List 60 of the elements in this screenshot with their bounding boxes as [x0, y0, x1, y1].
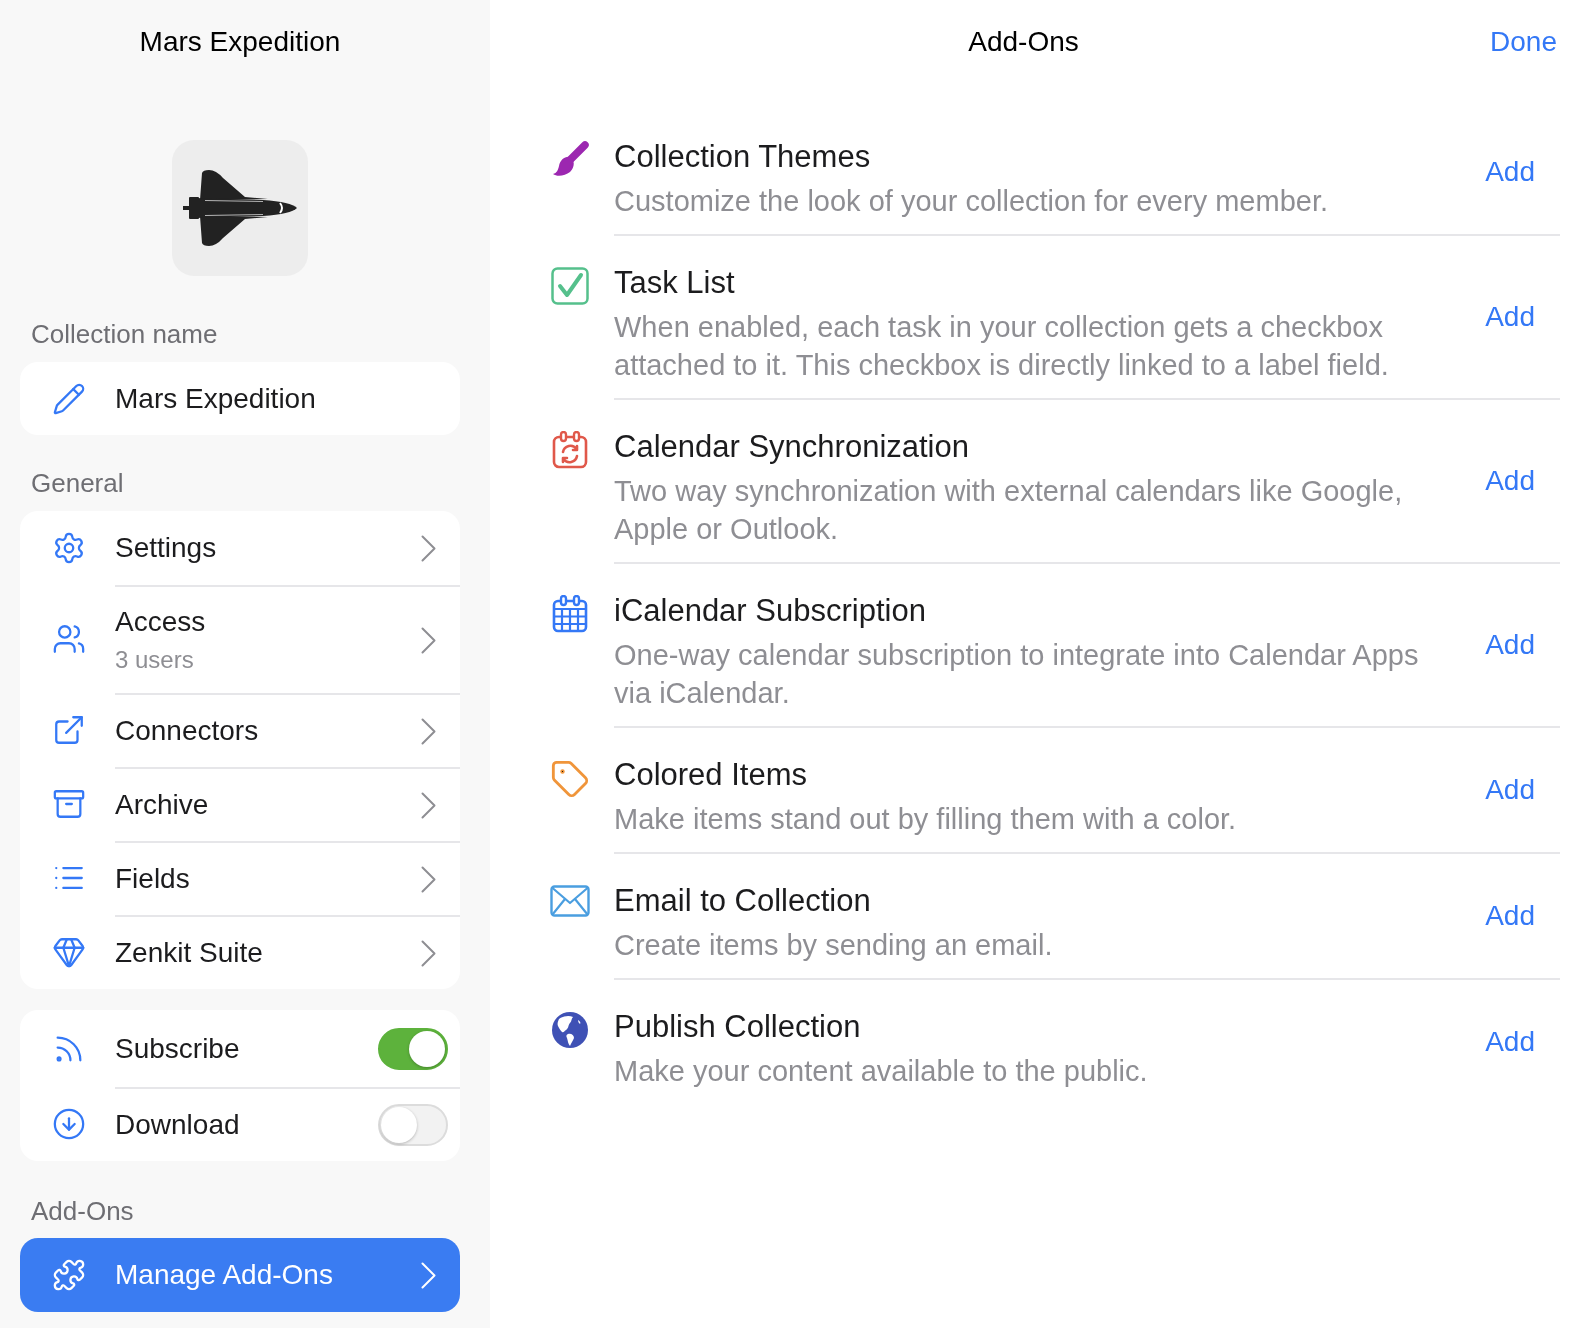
manage-add-ons-button[interactable]: Manage Add-Ons — [20, 1238, 460, 1312]
chevron-right-icon — [421, 534, 436, 562]
collection-name-field[interactable]: Mars Expedition — [20, 362, 460, 435]
addon-description: Make your content available to the public. — [614, 1054, 1149, 1089]
chevron-right-icon — [421, 626, 436, 654]
addon-description: One-way calendar subscription to integrate into Calendar Apps via iCalendar. — [614, 638, 1420, 711]
addon-title: Publish Collection — [614, 1008, 862, 1046]
globe-icon — [551, 1011, 589, 1049]
toggle-switch[interactable] — [378, 1027, 448, 1070]
section-label: General — [31, 468, 124, 498]
people-icon — [52, 622, 86, 656]
pencil-icon — [52, 381, 86, 416]
toggle-label: Subscribe — [115, 1031, 240, 1066]
envelope-icon — [550, 885, 590, 917]
add-button[interactable]: Add — [1485, 1025, 1535, 1059]
sidebar-item[interactable]: Fields — [20, 841, 460, 915]
add-button[interactable]: Add — [1485, 899, 1535, 933]
chevron-right-icon — [421, 1261, 436, 1289]
sidebar-item[interactable]: Access 3 users — [20, 585, 460, 693]
paintbrush-icon — [551, 141, 589, 179]
addon-description: Make items stand out by filling them with a color. — [614, 802, 1238, 837]
chevron-right-icon — [421, 791, 436, 819]
sidebar-item[interactable]: Zenkit Suite — [20, 915, 460, 989]
toggle-label: Download — [115, 1108, 240, 1142]
add-button[interactable]: Add — [1485, 628, 1535, 662]
addon-title: iCalendar Subscription — [614, 592, 927, 630]
checkbox-icon — [551, 267, 589, 305]
add-button[interactable]: Add — [1485, 300, 1535, 334]
add-button[interactable]: Add — [1485, 464, 1535, 498]
sidebar-item[interactable]: Settings — [20, 511, 460, 585]
addon-description: Customize the look of your collection for every member. — [614, 184, 1330, 219]
tag-icon — [550, 759, 590, 799]
addon-description: Create items by sending an email. — [614, 928, 1054, 963]
diamond-icon — [52, 935, 86, 969]
archive-box-icon — [52, 787, 86, 821]
sidebar-item[interactable]: Connectors — [20, 693, 460, 767]
sidebar-item[interactable]: Archive — [20, 767, 460, 841]
calendar-grid-icon — [552, 595, 588, 633]
section-label: Collection name — [31, 319, 218, 349]
calendar-sync-icon — [552, 431, 588, 469]
puzzle-icon — [52, 1258, 86, 1292]
download-icon — [52, 1107, 86, 1141]
addon-title: Email to Collection — [614, 882, 872, 920]
add-button[interactable]: Add — [1485, 773, 1535, 807]
chevron-right-icon — [421, 939, 436, 967]
addon-title: Collection Themes — [614, 138, 872, 176]
gear-icon — [52, 531, 86, 565]
page-title: Add-Ons — [968, 25, 1079, 59]
chevron-right-icon — [421, 865, 436, 893]
add-button[interactable]: Add — [1485, 155, 1535, 189]
done-button[interactable]: Done — [1490, 25, 1557, 59]
addon-title: Calendar Synchronization — [614, 428, 970, 466]
sidebar-title: Mars Expedition — [139, 25, 341, 59]
addon-title: Task List — [614, 264, 736, 302]
section-label: Add-Ons — [31, 1196, 134, 1226]
external-link-icon — [52, 713, 86, 747]
addon-description: Two way synchronization with external calendars like Google, Apple or Outlook. — [614, 474, 1404, 547]
addon-description: When enabled, each task in your collection gets a checkbox attached to it. This checkbox is directly linked to a label field. — [614, 310, 1390, 383]
addon-title: Colored Items — [614, 756, 808, 794]
chevron-right-icon — [421, 717, 436, 745]
